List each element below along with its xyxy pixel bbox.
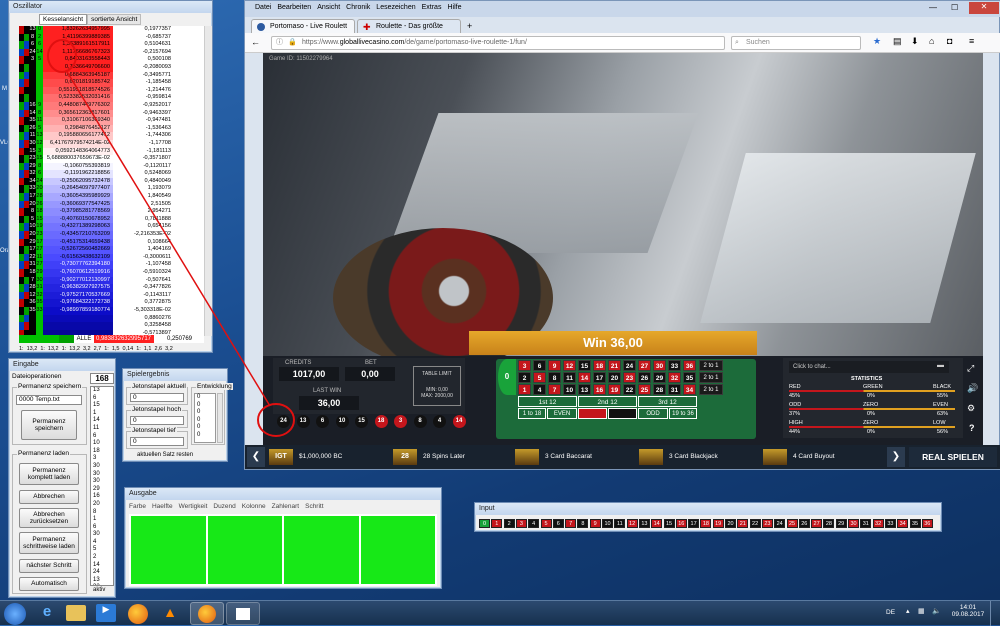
app-taskbar-item[interactable] xyxy=(226,602,260,625)
vlc-icon[interactable]: ▲ xyxy=(160,604,180,624)
language-indicator[interactable]: DE xyxy=(886,609,895,616)
window-icon xyxy=(236,608,250,620)
ie-icon[interactable]: e xyxy=(36,603,58,625)
taskbar: e ▶ ▲ DE ▴ ▦ 🔈 14:01 09.08.2017 xyxy=(0,600,1000,626)
network-icon[interactable]: ▦ xyxy=(918,607,925,615)
firefox-icon xyxy=(198,605,216,623)
annotation-ellipse xyxy=(47,39,77,73)
media-player-icon[interactable]: ▶ xyxy=(96,604,116,622)
volume-icon[interactable]: 🔈 xyxy=(932,607,941,615)
firefox-icon[interactable] xyxy=(128,604,148,624)
show-desktop-button[interactable] xyxy=(990,601,1000,626)
annotation-line xyxy=(65,69,271,407)
firefox-taskbar-item[interactable] xyxy=(190,602,224,625)
annotation-overlay xyxy=(47,39,295,437)
start-button[interactable] xyxy=(4,603,26,625)
explorer-icon[interactable] xyxy=(66,605,86,621)
annotation-ellipse xyxy=(257,403,295,437)
clock[interactable]: 14:01 09.08.2017 xyxy=(950,604,986,618)
tray-arrow-icon[interactable]: ▴ xyxy=(906,607,910,615)
